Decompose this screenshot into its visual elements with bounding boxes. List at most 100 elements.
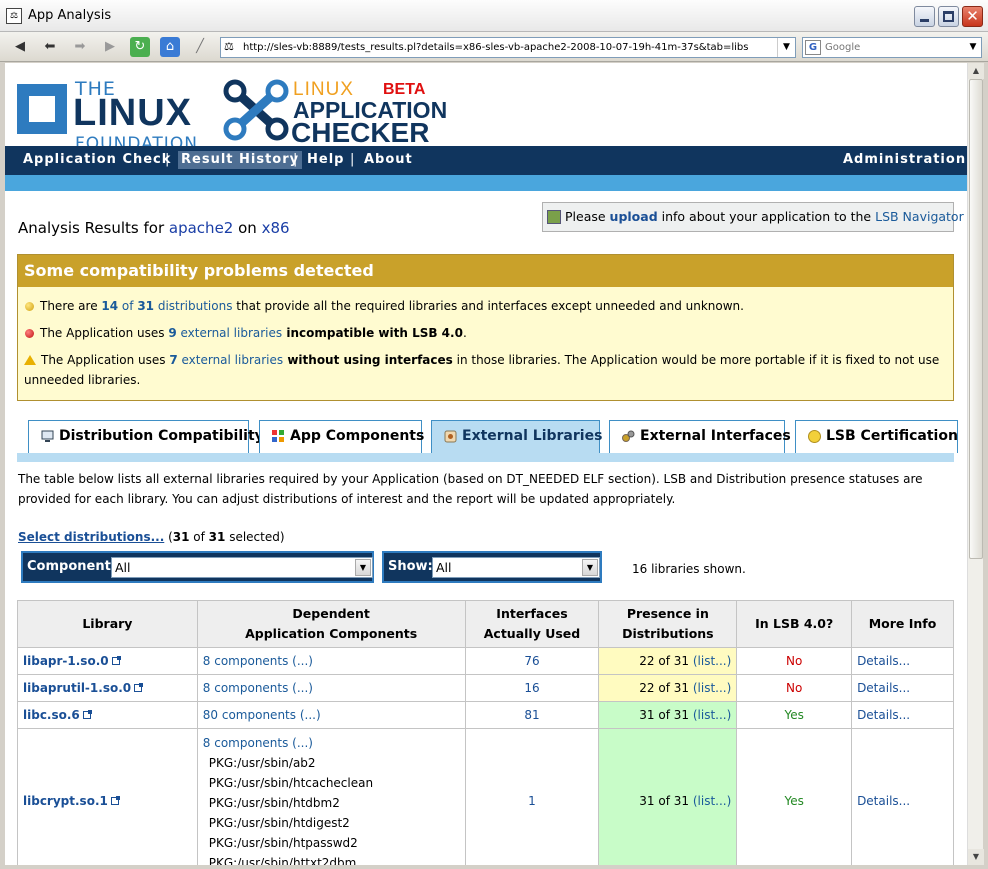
google-icon[interactable]: G: [805, 40, 821, 55]
in-lsb-status: No: [736, 647, 853, 675]
problem-text: .: [462, 326, 467, 340]
library-cell: libcrypt.so.1: [17, 728, 198, 865]
library-link[interactable]: libaprutil-1.so.0: [23, 681, 131, 695]
presence-value: 31 of 31: [639, 794, 690, 808]
select-text: of: [189, 530, 209, 544]
library-link[interactable]: libc.so.6: [23, 708, 80, 722]
search-dropdown-icon[interactable]: ▼: [965, 38, 981, 57]
nav-about[interactable]: About: [361, 151, 416, 169]
search-input[interactable]: [825, 39, 955, 56]
problem-distributions: There are 14 of 31 distributions that pr…: [24, 296, 944, 316]
interfaces-count[interactable]: 1: [464, 728, 600, 865]
select-distributions-link[interactable]: Select distributions...: [18, 530, 164, 544]
col-dependent-line1: Dependent: [292, 606, 370, 621]
nav-help[interactable]: Help: [304, 151, 347, 169]
package-item: PKG:/usr/sbin/htdigest2: [208, 816, 350, 830]
external-link-icon: [82, 710, 92, 719]
lsb-navigator-link[interactable]: LSB Navigator: [875, 209, 964, 224]
back-arrow-icon[interactable]: ◀: [10, 37, 30, 57]
library-cell: libaprutil-1.so.0: [17, 674, 198, 702]
scroll-down-icon[interactable]: ▼: [968, 849, 984, 865]
problem-count[interactable]: 7: [169, 353, 177, 367]
library-cell: libapr-1.so.0: [17, 647, 198, 675]
components-link[interactable]: 80 components (...): [203, 708, 321, 722]
tab-external-libraries[interactable]: External Libraries: [431, 420, 602, 453]
table-row: libapr-1.so.0 8 components (...) 76 22 o…: [17, 647, 954, 675]
interfaces-count[interactable]: 81: [464, 701, 600, 729]
details-link[interactable]: Details...: [851, 728, 954, 865]
chevron-down-icon[interactable]: ▼: [582, 559, 598, 576]
nav-administration[interactable]: Administration: [840, 151, 967, 169]
forward-arrow-icon[interactable]: ▶: [100, 37, 120, 57]
nav-application-check[interactable]: Application Check: [20, 151, 174, 169]
problem-incompatible: The Application uses 9 external librarie…: [24, 323, 944, 343]
details-link[interactable]: Details...: [851, 647, 954, 675]
presence-value: 22 of 31: [639, 681, 690, 695]
presence-list-link[interactable]: (list...): [693, 794, 731, 808]
in-lsb-status: No: [736, 674, 853, 702]
libraries-table: Library Dependent Application Components …: [17, 600, 954, 865]
yellow-status-icon: [25, 302, 34, 311]
address-bar[interactable]: ⚖ ▼: [220, 37, 796, 58]
interfaces-count[interactable]: 76: [464, 647, 600, 675]
address-input[interactable]: [243, 39, 773, 56]
components-link[interactable]: 8 components (...): [203, 654, 313, 668]
home-icon[interactable]: ⌂: [160, 37, 180, 57]
external-libraries-link[interactable]: external libraries: [177, 326, 282, 340]
details-link[interactable]: Details...: [851, 701, 954, 729]
presence-list-link[interactable]: (list...): [693, 654, 731, 668]
component-select[interactable]: All ▼: [111, 557, 373, 578]
tab-distribution-compatibility[interactable]: Distribution Compatibility: [28, 420, 264, 453]
chevron-down-icon[interactable]: ▼: [355, 559, 371, 576]
page-viewport: THE LINUX FOUNDATION LINUX BETA APPLICAT…: [5, 63, 967, 865]
library-cell: libc.so.6: [17, 701, 198, 729]
problem-total[interactable]: 31: [137, 299, 154, 313]
table-row: libc.so.6 80 components (...) 81 31 of 3…: [17, 701, 954, 729]
search-bar[interactable]: G ▼: [802, 37, 982, 58]
close-button[interactable]: ✕: [962, 6, 983, 27]
arch-link[interactable]: x86: [262, 219, 290, 237]
problem-emphasis: incompatible with LSB 4.0: [282, 326, 463, 340]
components-icon: [272, 430, 284, 442]
scroll-up-icon[interactable]: ▲: [968, 63, 984, 79]
problem-count[interactable]: 14: [101, 299, 118, 313]
stop-icon[interactable]: ╱: [190, 37, 210, 57]
app-checker-icon: [223, 79, 289, 141]
red-status-icon: [25, 329, 34, 338]
problem-unused: The Application uses 7 external librarie…: [24, 350, 944, 390]
components-link[interactable]: 8 components (...): [203, 736, 313, 750]
external-link-icon: [111, 656, 121, 665]
interfaces-count[interactable]: 16: [464, 674, 600, 702]
tab-external-interfaces[interactable]: External Interfaces: [609, 420, 791, 453]
app-icon: ⚖: [6, 8, 22, 24]
forward-icon[interactable]: ➡: [70, 37, 90, 57]
show-select[interactable]: All ▼: [432, 557, 600, 578]
minimize-button[interactable]: [914, 6, 935, 27]
close-icon: ✕: [966, 7, 979, 25]
components-link[interactable]: 8 components (...): [203, 681, 313, 695]
library-link[interactable]: libcrypt.so.1: [23, 794, 108, 808]
tab-lsb-certification[interactable]: LSB Certification: [795, 420, 958, 453]
minimize-icon: [920, 19, 929, 22]
back-icon[interactable]: ⬅: [40, 37, 60, 57]
tab-app-components[interactable]: App Components: [259, 420, 424, 453]
external-libraries-link[interactable]: external libraries: [178, 353, 283, 367]
maximize-button[interactable]: [938, 6, 959, 27]
problem-text[interactable]: of: [118, 299, 137, 313]
tab-label: Distribution Compatibility: [59, 428, 264, 444]
distributions-link[interactable]: distributions: [154, 299, 233, 313]
library-link[interactable]: libapr-1.so.0: [23, 654, 109, 668]
presence-list-link[interactable]: (list...): [693, 708, 731, 722]
vertical-scrollbar[interactable]: ▲ ▼: [967, 63, 984, 865]
presence-list-link[interactable]: (list...): [693, 681, 731, 695]
scroll-thumb[interactable]: [969, 79, 983, 559]
problem-count[interactable]: 9: [168, 326, 176, 340]
upload-link[interactable]: upload: [610, 209, 658, 224]
nav-result-history[interactable]: Result History: [178, 151, 303, 169]
address-dropdown-icon[interactable]: ▼: [777, 38, 795, 57]
app-link[interactable]: apache2: [169, 219, 233, 237]
details-link[interactable]: Details...: [851, 674, 954, 702]
package-item: PKG:/usr/sbin/httxt2dbm: [208, 856, 357, 865]
reload-icon[interactable]: ↻: [130, 37, 150, 57]
problem-text: that provide all the required libraries …: [232, 299, 744, 313]
